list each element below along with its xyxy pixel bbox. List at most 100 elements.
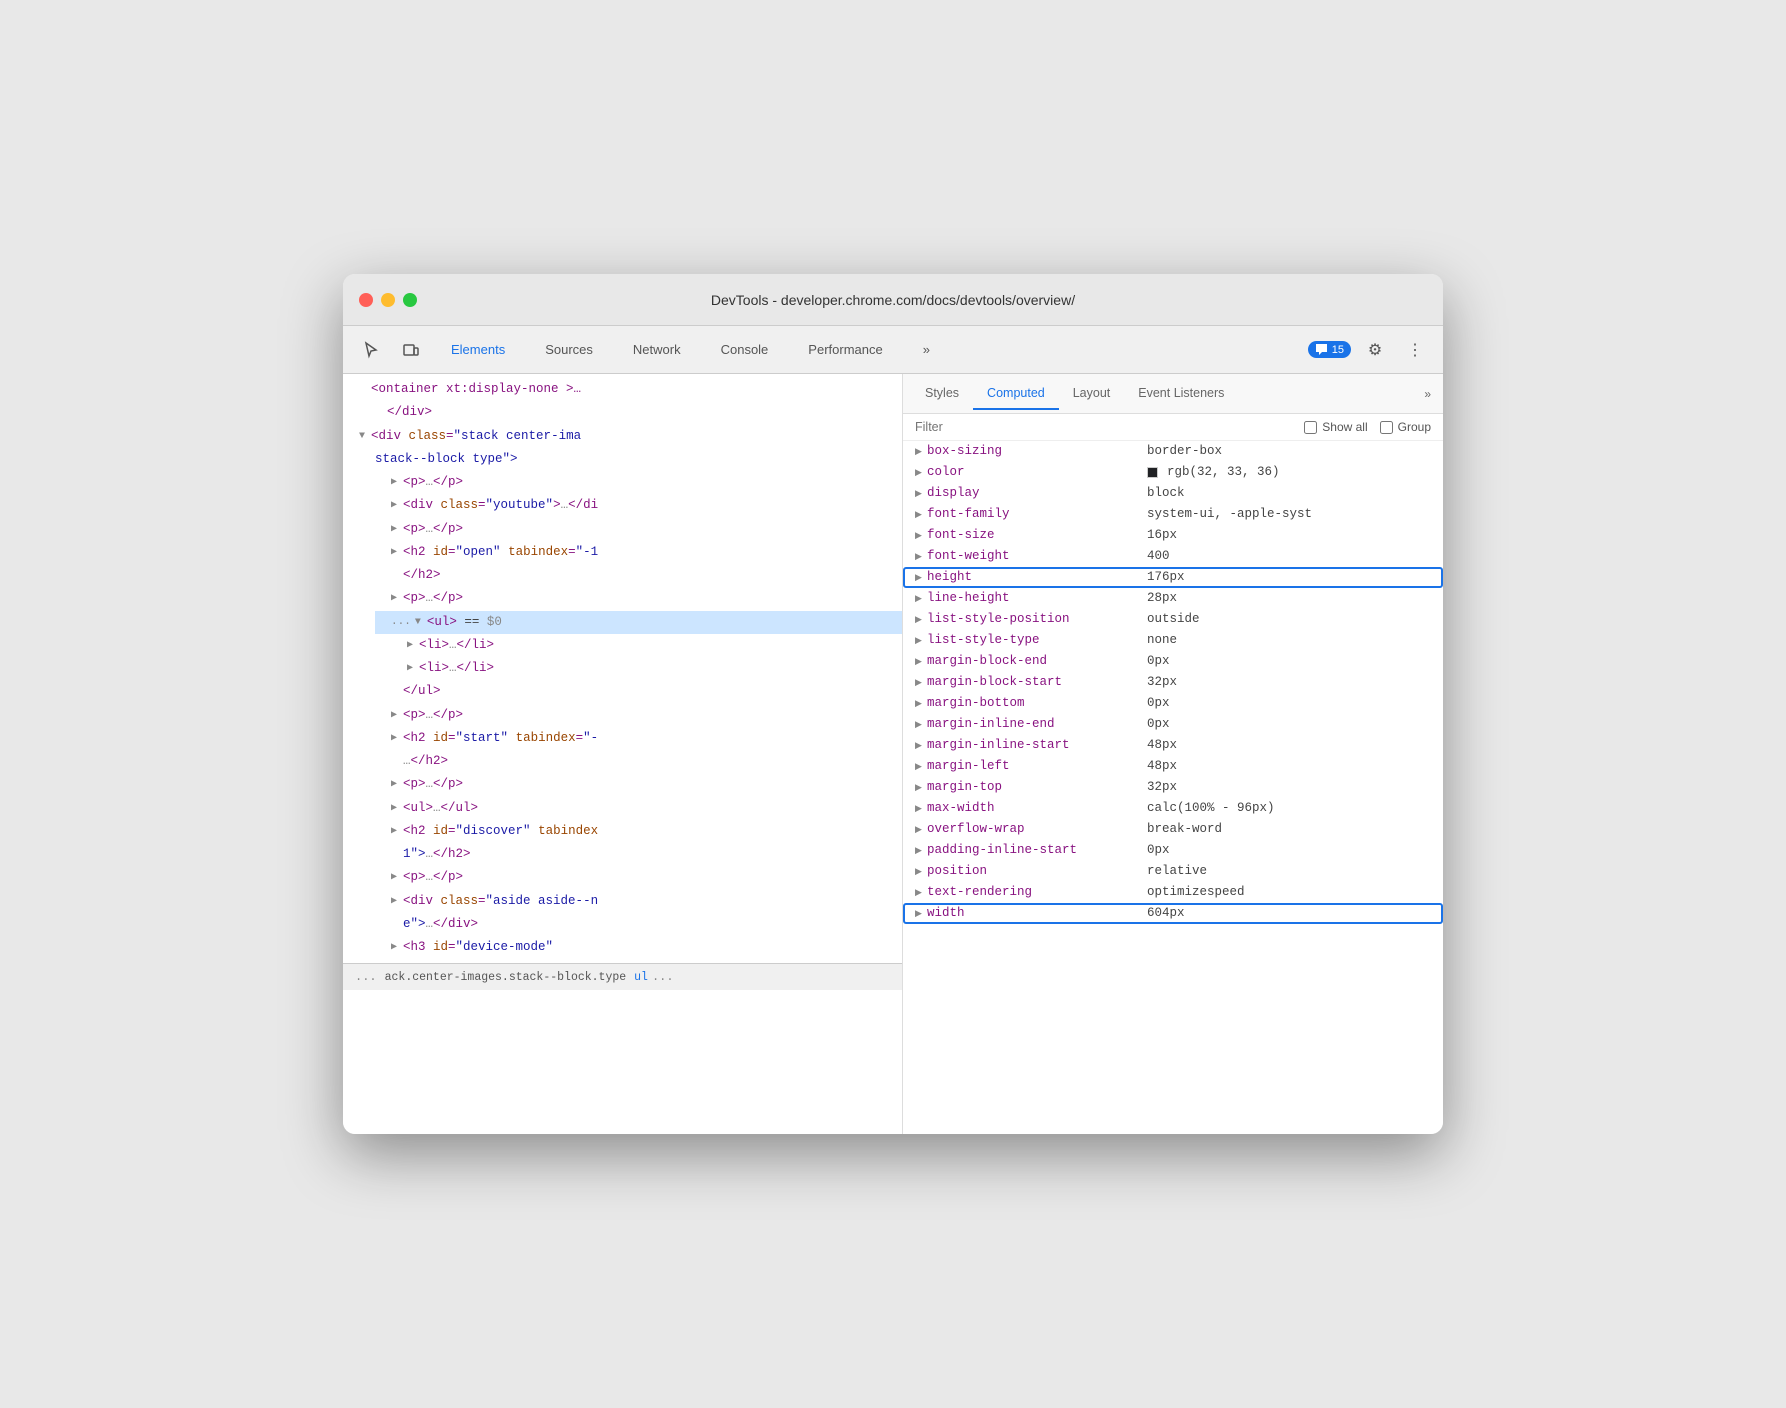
expand-icon[interactable] [391,590,403,607]
tab-event-listeners[interactable]: Event Listeners [1124,378,1238,410]
expand-icon[interactable] [391,869,403,886]
tab-styles[interactable]: Styles [911,378,973,410]
dom-row[interactable]: <h2 id="start" tabindex="- [375,727,902,750]
close-button[interactable] [359,293,373,307]
tab-sources[interactable]: Sources [529,336,609,363]
cursor-icon[interactable] [355,334,387,366]
show-all-checkbox[interactable] [1304,421,1317,434]
dom-row[interactable]: <p>…</p> [375,518,902,541]
expand-icon[interactable] [391,939,403,956]
computed-property-row[interactable]: margin-left48px [903,756,1443,777]
dom-row[interactable]: <p>…</p> [375,866,902,889]
filter-input[interactable] [915,420,1292,434]
computed-property-row[interactable]: box-sizingborder-box [903,441,1443,462]
expand-icon[interactable] [359,428,371,445]
expand-icon[interactable] [391,521,403,538]
more-options-icon[interactable]: ⋮ [1399,334,1431,366]
computed-property-row[interactable]: displayblock [903,483,1443,504]
expand-icon[interactable] [391,823,403,840]
group-checkbox[interactable] [1380,421,1393,434]
expand-icon[interactable] [391,800,403,817]
dom-row-selected[interactable]: ... <ul> == $0 [375,611,902,634]
dom-node-text: <h2 id="start" tabindex="- [403,728,598,749]
dom-row-continuation: 1">…</h2> [343,843,902,866]
expand-icon[interactable] [407,660,419,677]
dom-row[interactable]: </div> [359,401,902,424]
computed-property-row[interactable]: margin-inline-end0px [903,714,1443,735]
computed-property-row[interactable]: line-height28px [903,588,1443,609]
tab-network[interactable]: Network [617,336,697,363]
dom-row[interactable]: <div class="aside aside--n [375,890,902,913]
computed-property-row[interactable]: margin-inline-start48px [903,735,1443,756]
dom-row[interactable]: <p>…</p> [375,587,902,610]
settings-icon[interactable]: ⚙ [1359,334,1391,366]
dom-node-text: <ul> == $0 [427,612,502,633]
tab-computed[interactable]: Computed [973,378,1059,410]
expand-icon[interactable] [391,776,403,793]
property-value: 0px [1147,717,1170,731]
computed-property-row[interactable]: list-style-positionoutside [903,609,1443,630]
computed-property-row[interactable]: width604px [903,903,1443,924]
dom-row[interactable]: <h2 id="open" tabindex="-1 [375,541,902,564]
maximize-button[interactable] [403,293,417,307]
dom-node-text: <ul>…</ul> [403,798,478,819]
computed-property-row[interactable]: margin-bottom0px [903,693,1443,714]
property-value: calc(100% - 96px) [1147,801,1275,815]
computed-property-row[interactable]: margin-block-start32px [903,672,1443,693]
computed-property-row[interactable]: colorrgb(32, 33, 36) [903,462,1443,483]
computed-property-row[interactable]: max-widthcalc(100% - 96px) [903,798,1443,819]
expand-icon[interactable] [391,893,403,910]
expand-icon[interactable] [415,614,427,631]
dom-row[interactable]: <div class="stack center-ima [343,425,902,448]
expand-icon[interactable] [407,637,419,654]
expand-icon[interactable] [391,730,403,747]
property-name: line-height [927,591,1147,605]
dom-row[interactable]: </ul> [375,680,902,703]
computed-property-row[interactable]: margin-top32px [903,777,1443,798]
dom-row[interactable]: <p>…</p> [375,471,902,494]
dom-row[interactable]: <div class="youtube">…</di [375,494,902,517]
property-name: margin-left [927,759,1147,773]
breadcrumb-path[interactable]: ack.center-images.stack--block.type [385,971,627,984]
dom-node-text: <ontainer xt:display-none >… [371,379,581,400]
computed-property-row[interactable]: font-familysystem-ui, -apple-syst [903,504,1443,525]
dom-row[interactable]: <ontainer xt:display-none >… [343,378,902,401]
computed-property-row[interactable]: font-weight400 [903,546,1443,567]
tab-elements[interactable]: Elements [435,336,521,363]
computed-property-row[interactable]: font-size16px [903,525,1443,546]
computed-property-row[interactable]: positionrelative [903,861,1443,882]
dom-row[interactable]: <li>…</li> [391,657,902,680]
more-tabs-icon[interactable]: » [1420,383,1435,405]
expand-icon [915,677,927,688]
expand-icon[interactable] [391,544,403,561]
breadcrumb-element[interactable]: ul [634,971,648,984]
device-toggle-icon[interactable] [395,334,427,366]
computed-property-row[interactable]: height176px [903,567,1443,588]
tab-console[interactable]: Console [705,336,785,363]
feedback-badge[interactable]: 15 [1308,341,1351,358]
more-tabs-button[interactable]: » [907,336,946,363]
computed-property-row[interactable]: padding-inline-start0px [903,840,1443,861]
elements-panel[interactable]: <ontainer xt:display-none >… </div> <div… [343,374,903,1134]
minimize-button[interactable] [381,293,395,307]
dom-row[interactable]: <p>…</p> [375,773,902,796]
computed-property-row[interactable]: overflow-wrapbreak-word [903,819,1443,840]
dom-row[interactable]: <ul>…</ul> [375,797,902,820]
expand-icon[interactable] [391,474,403,491]
computed-property-row[interactable]: list-style-typenone [903,630,1443,651]
computed-property-row[interactable]: text-renderingoptimizespeed [903,882,1443,903]
dom-row[interactable]: <p>…</p> [375,704,902,727]
property-name: width [927,906,1147,920]
tab-layout[interactable]: Layout [1059,378,1125,410]
dom-row-continuation: …</h2> [343,750,902,773]
property-value: 48px [1147,738,1177,752]
tab-performance[interactable]: Performance [792,336,898,363]
dom-row[interactable]: <h2 id="discover" tabindex [375,820,902,843]
expand-icon[interactable] [391,707,403,724]
expand-icon [915,866,927,877]
dom-row[interactable]: <h3 id="device-mode" [375,936,902,959]
property-name: margin-block-start [927,675,1147,689]
dom-row[interactable]: <li>…</li> [391,634,902,657]
computed-property-row[interactable]: margin-block-end0px [903,651,1443,672]
expand-icon[interactable] [391,497,403,514]
